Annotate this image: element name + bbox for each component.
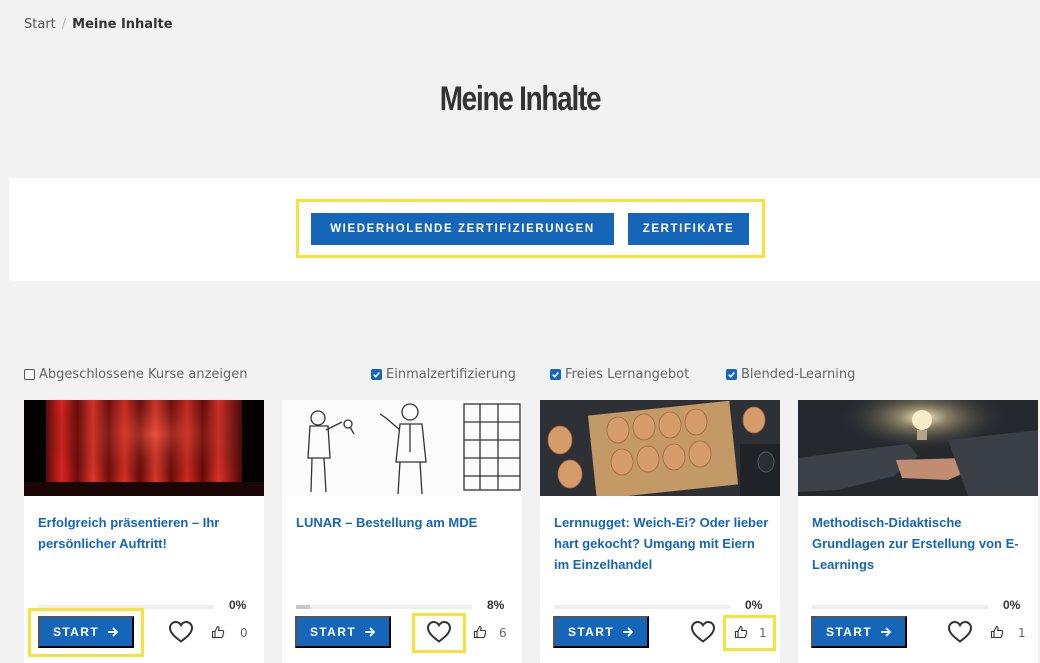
heart-icon[interactable] xyxy=(690,620,716,644)
course-image[interactable] xyxy=(282,400,522,496)
start-button[interactable]: START xyxy=(553,616,649,648)
start-button-label: START xyxy=(309,625,357,639)
filter-show-completed-label: Abgeschlossene Kurse anzeigen xyxy=(39,367,248,382)
progress-bar xyxy=(38,605,214,609)
start-button[interactable]: START xyxy=(295,616,391,648)
filter-one-time-certification[interactable]: Einmalzertifizierung xyxy=(371,367,516,382)
filter-blended-learning[interactable]: Blended-Learning xyxy=(726,367,855,382)
recurring-certifications-button[interactable]: WIEDERHOLENDE ZERTIFIZIERUNGEN xyxy=(311,213,614,245)
filter-show-completed[interactable]: Abgeschlossene Kurse anzeigen xyxy=(24,367,248,382)
course-title[interactable]: Lernnugget: Weich-Ei? Oder lieber hart g… xyxy=(554,512,769,575)
start-button-label: START xyxy=(567,625,615,639)
start-button[interactable]: START xyxy=(38,616,134,648)
like-count: 0 xyxy=(240,626,248,640)
certificates-button[interactable]: ZERTIFIKATE xyxy=(628,213,749,245)
breadcrumb-home-link[interactable]: Start xyxy=(24,17,56,32)
start-button-label: START xyxy=(825,625,873,639)
start-button[interactable]: START xyxy=(811,616,907,648)
arrow-right-icon xyxy=(881,627,892,637)
page-title: Meine Inhalte xyxy=(439,80,602,118)
checkbox-icon[interactable] xyxy=(726,369,737,380)
progress-label: 0% xyxy=(229,598,247,612)
arrow-right-icon xyxy=(108,627,119,637)
checkbox-icon[interactable] xyxy=(371,369,382,380)
filter-free-learning[interactable]: Freies Lernangebot xyxy=(550,367,689,382)
checkbox-icon[interactable] xyxy=(550,369,561,380)
filter-blended-learning-label: Blended-Learning xyxy=(741,367,856,382)
progress-bar xyxy=(812,605,988,609)
thumbs-up-icon[interactable] xyxy=(734,625,748,639)
heart-icon[interactable] xyxy=(947,620,973,644)
thumbs-up-icon[interactable] xyxy=(473,625,487,639)
thumbs-up-icon[interactable] xyxy=(211,625,225,639)
progress-label: 8% xyxy=(487,598,505,612)
like-count: 1 xyxy=(759,626,767,640)
start-button-label: START xyxy=(52,625,100,639)
breadcrumb-current: Meine Inhalte xyxy=(72,17,173,32)
breadcrumb-separator: / xyxy=(61,17,67,32)
like-count: 1 xyxy=(1018,626,1026,640)
arrow-right-icon xyxy=(365,627,376,637)
breadcrumb: Start / Meine Inhalte xyxy=(24,17,173,32)
progress-bar xyxy=(554,605,730,609)
course-image[interactable] xyxy=(540,400,780,496)
filter-one-time-certification-label: Einmalzertifizierung xyxy=(386,367,516,382)
heart-icon[interactable] xyxy=(426,620,452,644)
like-count: 6 xyxy=(499,626,507,640)
checkbox-icon[interactable] xyxy=(24,369,35,380)
progress-label: 0% xyxy=(1003,598,1021,612)
heart-icon[interactable] xyxy=(168,620,194,644)
arrow-right-icon xyxy=(623,627,634,637)
thumbs-up-icon[interactable] xyxy=(990,625,1004,639)
course-title[interactable]: Methodisch-Didaktische Grundlagen zur Er… xyxy=(812,512,1027,575)
course-image[interactable] xyxy=(798,400,1038,496)
filter-free-learning-label: Freies Lernangebot xyxy=(565,367,690,382)
course-title[interactable]: LUNAR – Bestellung am MDE xyxy=(296,512,511,533)
progress-fill xyxy=(296,605,311,609)
course-title[interactable]: Erfolgreich präsentieren – Ihr persönlic… xyxy=(38,512,253,554)
progress-label: 0% xyxy=(745,598,763,612)
progress-bar xyxy=(296,605,472,609)
course-image[interactable] xyxy=(24,400,264,496)
